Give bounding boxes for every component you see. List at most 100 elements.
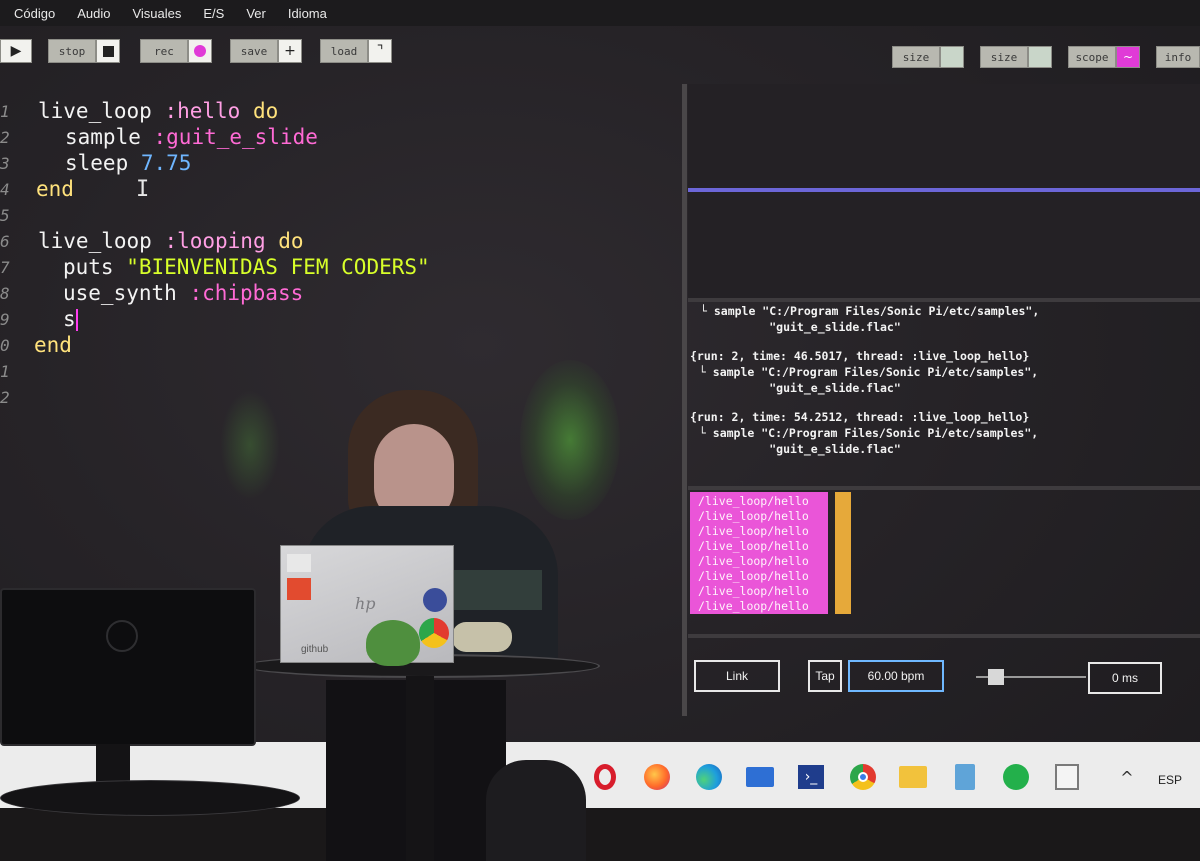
code-token: end [34, 333, 72, 357]
code-token: :guit_e_slide [153, 125, 318, 149]
menu-item-codigo[interactable]: Código [14, 6, 55, 21]
menu-item-ver[interactable]: Ver [246, 6, 266, 21]
size-button-1[interactable]: size [892, 44, 964, 70]
save-button[interactable]: save + [230, 38, 302, 64]
sticker [423, 588, 447, 612]
line-number: 9 [0, 309, 10, 329]
line-number: 4 [0, 179, 10, 199]
menu-item-audio[interactable]: Audio [77, 6, 110, 21]
edge-icon[interactable] [694, 762, 724, 792]
powershell-icon[interactable]: ›_ [796, 762, 826, 792]
stop-button[interactable]: stop [48, 38, 120, 64]
calculator-icon[interactable] [1052, 762, 1082, 792]
laptop-brand-logo: hp [355, 594, 376, 613]
line-number: 3 [0, 153, 10, 173]
info-button[interactable]: info [1156, 44, 1200, 70]
github-sticker: github [301, 644, 329, 655]
code-token: :looping [164, 229, 266, 253]
menu-item-es[interactable]: E/S [203, 6, 224, 21]
line-number: 2 [0, 127, 10, 147]
scope-button[interactable]: scope ~ [1068, 44, 1140, 70]
caret [75, 309, 78, 331]
link-button[interactable]: Link [694, 660, 780, 692]
code-token: end [36, 177, 74, 201]
run-button[interactable]: ▶ [0, 38, 32, 64]
code-line: 0 end [0, 332, 72, 358]
scope-waveform [688, 188, 1200, 192]
cue-item: /live_loop/hello [698, 539, 809, 553]
code-line: 4 end I [0, 176, 149, 202]
record-icon [188, 39, 212, 63]
scope-icon: ~ [1116, 46, 1140, 68]
code-line: 1 [0, 358, 14, 384]
load-icon: ⌝ [368, 39, 392, 63]
log-line: {run: 2, time: 54.2512, thread: :live_lo… [690, 410, 1030, 424]
folder-icon[interactable] [898, 762, 928, 792]
notepad-icon[interactable] [950, 762, 980, 792]
cue-item: /live_loop/hello [698, 524, 809, 538]
code-token: live_loop [38, 99, 152, 123]
presenter-jacket-stripe [452, 570, 542, 610]
sticker [287, 554, 311, 572]
log-line: └ sample "C:/Program Files/Sonic Pi/etc/… [700, 304, 1040, 318]
size-button-2[interactable]: size [980, 44, 1052, 70]
chrome-icon[interactable] [848, 762, 878, 792]
line-number: 5 [0, 205, 10, 225]
monitor-stand [96, 744, 130, 784]
code-line: 3 sleep 7.75 [0, 150, 191, 176]
menu-item-visuales[interactable]: Visuales [132, 6, 181, 21]
code-token: :hello [164, 99, 241, 123]
language-indicator[interactable]: ESP [1158, 773, 1182, 787]
code-line: 5 [0, 202, 14, 228]
timing-controls: Link Tap 60.00 bpm 0 ms [688, 640, 1200, 716]
panel-divider[interactable] [688, 634, 1200, 638]
log-panel: └ sample "C:/Program Files/Sonic Pi/etc/… [690, 300, 1190, 488]
plus-icon: + [278, 39, 302, 63]
green-plush-toy [366, 620, 420, 666]
line-number: 2 [0, 387, 10, 407]
line-number: 1 [0, 101, 10, 121]
projected-screen: Código Audio Visuales E/S Ver Idioma ▶ s… [0, 0, 1200, 861]
log-line: └ sample "C:/Program Files/Sonic Pi/etc/… [692, 426, 1039, 440]
cue-panel: /live_loop/hello /live_loop/hello /live_… [688, 490, 1200, 634]
chevron-up-icon[interactable]: ^ [1112, 762, 1142, 792]
cue-item: /live_loop/hello [698, 494, 809, 508]
latency-field[interactable]: 0 ms [1088, 662, 1162, 694]
table-leg [406, 676, 434, 861]
log-line: "guit_e_slide.flac" [700, 442, 901, 456]
load-button[interactable]: load ⌝ [320, 38, 392, 64]
bpm-field[interactable]: 60.00 bpm [848, 660, 944, 692]
opera-icon[interactable] [590, 762, 620, 792]
menu-bar: Código Audio Visuales E/S Ver Idioma [0, 0, 1200, 26]
code-token: use_synth [63, 281, 177, 305]
scope-label: scope [1068, 46, 1116, 68]
tap-button[interactable]: Tap [808, 660, 842, 692]
log-line: "guit_e_slide.flac" [700, 320, 901, 334]
load-label: load [320, 39, 368, 63]
sticker [287, 578, 311, 600]
size-label-1: size [892, 46, 940, 68]
mail-icon[interactable] [745, 762, 775, 792]
play-icon: ▶ [0, 39, 32, 63]
cue-item: /live_loop/hello [698, 509, 809, 523]
firefox-icon[interactable] [642, 762, 672, 792]
log-line: {run: 2, time: 46.5017, thread: :live_lo… [690, 349, 1030, 363]
save-label: save [230, 39, 278, 63]
line-number: 7 [0, 257, 10, 277]
chrome-sticker-icon [419, 618, 449, 648]
code-line: 8 use_synth :chipbass [0, 280, 303, 306]
size-icon-2 [1028, 46, 1052, 68]
cue-list: /live_loop/hello /live_loop/hello /live_… [690, 492, 828, 614]
stop-label: stop [48, 39, 96, 63]
code-token: s [63, 307, 76, 331]
spotify-icon[interactable] [1001, 762, 1031, 792]
menu-item-idioma[interactable]: Idioma [288, 6, 327, 21]
screen-bottom-edge [0, 808, 1200, 861]
panel-divider[interactable] [682, 84, 687, 716]
code-token: "BIENVENIDAS FEM CODERS" [126, 255, 430, 279]
slider-handle[interactable] [988, 669, 1004, 685]
rec-button[interactable]: rec [140, 38, 212, 64]
cue-item: /live_loop/hello [698, 599, 809, 613]
cue-item: /live_loop/hello [698, 554, 809, 568]
code-line: 2 [0, 384, 14, 410]
